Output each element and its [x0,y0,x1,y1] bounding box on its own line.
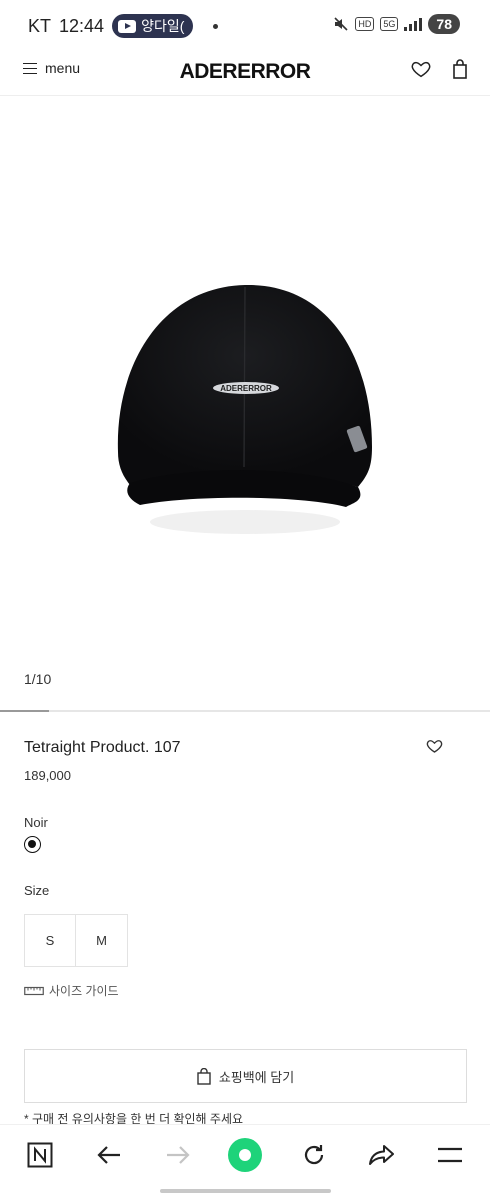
gallery-progress [0,710,490,712]
add-to-bag-label: 쇼핑백에 담기 [218,1069,295,1085]
refresh-icon[interactable] [296,1137,332,1173]
forward-arrow-icon[interactable] [160,1137,196,1173]
battery-badge: 78 [428,14,460,34]
product-wish-heart-icon[interactable] [425,737,444,760]
mute-icon [334,17,348,31]
hd-badge: HD [355,17,375,31]
product-image[interactable]: ADERERROR [0,97,490,657]
color-label: Noir [24,815,48,830]
size-options: S M [24,914,128,967]
media-title: 양다일( [141,18,185,34]
product-name: Tetraight Product. 107 [24,739,181,756]
clock: 12:44 [59,15,105,36]
status-right: HD 5G 78 [333,14,460,34]
media-pill[interactable]: 양다일( [112,14,194,38]
home-indicator[interactable] [160,1189,331,1193]
purchase-notice: * 구매 전 유의사항을 한 번 더 확인해 주세요 [24,1112,244,1124]
notification-dot-icon [213,23,219,29]
home-circle-icon[interactable] [227,1137,263,1173]
carrier: KT [28,15,52,36]
bag-icon [197,1067,211,1085]
size-option-m[interactable]: M [76,914,128,967]
menu-lines-icon[interactable] [432,1137,468,1173]
color-swatch-noir[interactable] [24,836,41,853]
share-icon[interactable] [364,1137,400,1173]
size-label: Size [24,883,50,898]
cap-logo-text: ADERERROR [220,384,272,393]
n-logo-icon[interactable] [22,1137,58,1173]
site-header: menu ADERERROR [0,52,490,96]
wishlist-heart-icon[interactable] [410,58,432,85]
signal-icon [404,17,423,31]
youtube-icon [118,19,137,33]
add-to-bag-button[interactable]: 쇼핑백에 담기 [24,1049,467,1103]
ruler-icon [24,986,44,995]
status-bar: KT 12:44 양다일( HD 5G 78 [0,0,490,52]
gallery-progress-fill [0,710,49,712]
product-price: 189,000 [24,768,71,783]
status-left: KT 12:44 양다일( [28,14,219,38]
5g-badge: 5G [380,17,399,31]
size-guide-link[interactable]: 사이즈 가이드 [24,982,119,999]
size-option-s[interactable]: S [24,914,76,967]
back-arrow-icon[interactable] [91,1137,127,1173]
size-guide-label: 사이즈 가이드 [49,984,119,998]
shopping-bag-icon[interactable] [450,58,470,85]
cap-illustration: ADERERROR [117,284,372,534]
gallery-pager: 1/10 [24,671,52,687]
